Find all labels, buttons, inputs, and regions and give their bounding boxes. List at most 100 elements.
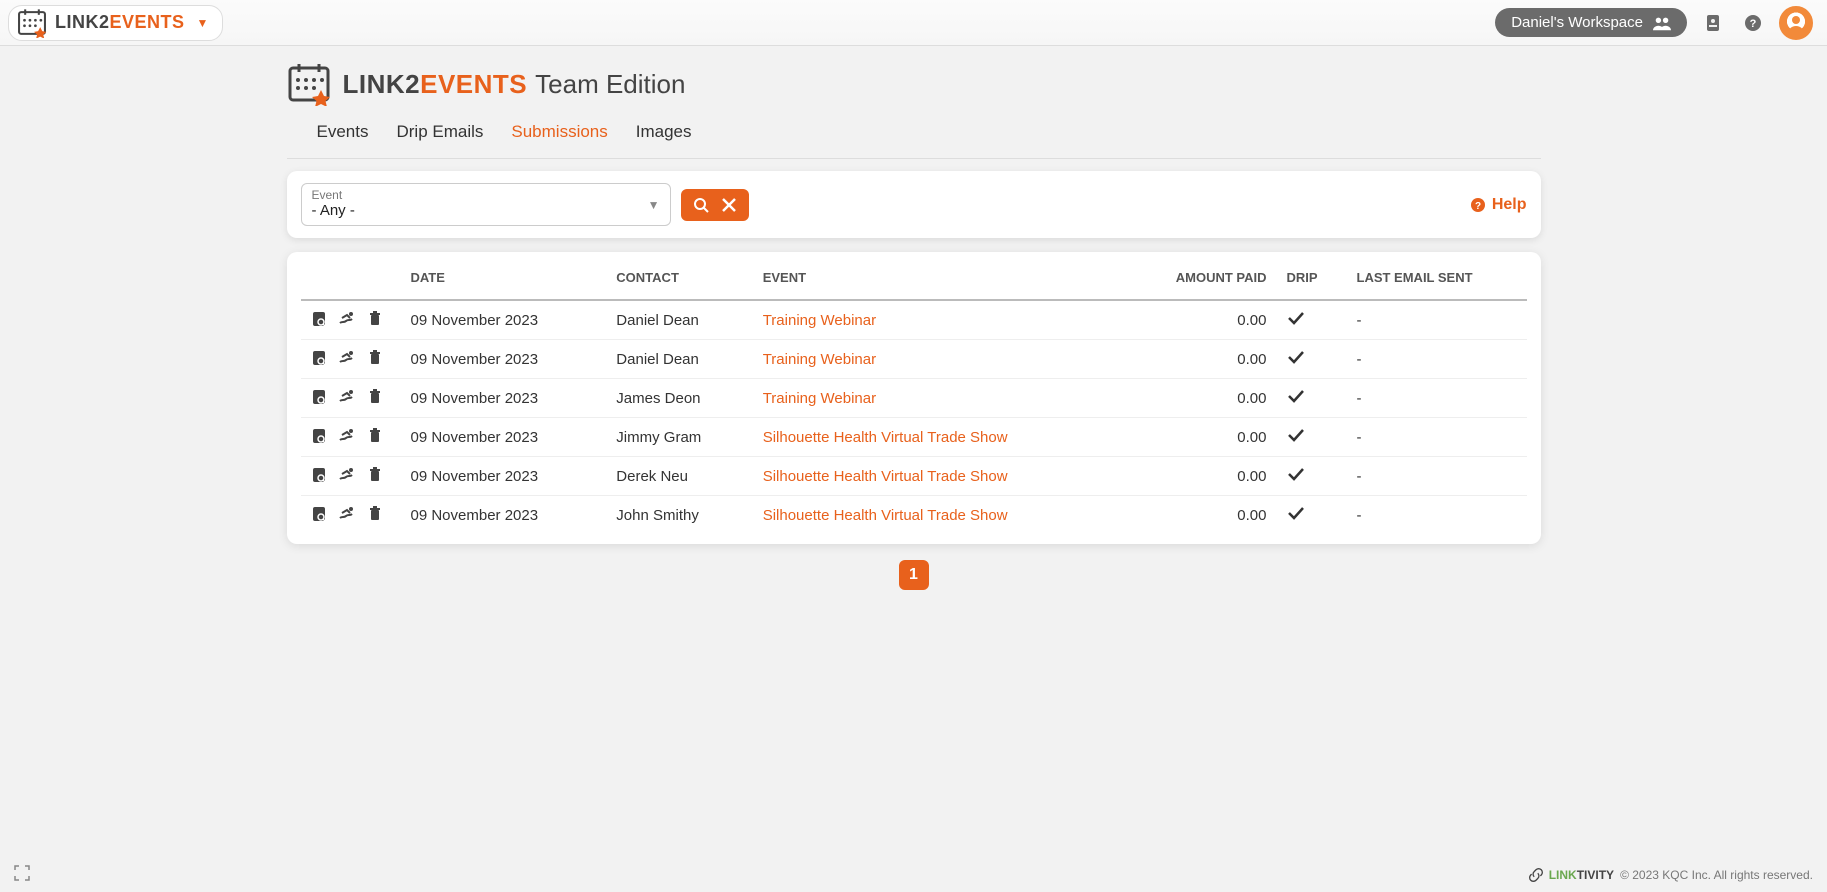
- activity-button[interactable]: [339, 427, 355, 447]
- brand-dropdown[interactable]: LINK2EVENTS ▼: [8, 5, 223, 41]
- id-badge-button[interactable]: [1699, 9, 1727, 37]
- trash-icon: [367, 388, 383, 404]
- search-clear-button-group[interactable]: [681, 189, 749, 221]
- caret-down-icon: ▼: [648, 198, 660, 212]
- col-contact[interactable]: CONTACT: [606, 252, 752, 300]
- detail-icon: [311, 427, 327, 443]
- cell-date: 09 November 2023: [401, 418, 607, 457]
- tab-events[interactable]: Events: [317, 116, 369, 148]
- event-filter-label: Event: [312, 188, 660, 202]
- help-link[interactable]: Help: [1470, 196, 1527, 214]
- tab-submissions[interactable]: Submissions: [511, 116, 607, 148]
- swimmer-icon: [339, 349, 355, 365]
- view-detail-button[interactable]: [311, 388, 327, 408]
- table-row: 09 November 2023John SmithySilhouette He…: [301, 496, 1527, 535]
- col-event[interactable]: EVENT: [753, 252, 1122, 300]
- cell-amount: 0.00: [1122, 496, 1276, 535]
- view-detail-button[interactable]: [311, 466, 327, 486]
- event-link[interactable]: Silhouette Health Virtual Trade Show: [763, 429, 1008, 446]
- cell-last-email: -: [1347, 418, 1527, 457]
- table-row: 09 November 2023Jimmy Gram Silhouette Hea…: [301, 418, 1527, 457]
- delete-button[interactable]: [367, 388, 383, 408]
- cell-contact: Jimmy Gram: [606, 418, 752, 457]
- col-date[interactable]: DATE: [401, 252, 607, 300]
- activity-button[interactable]: [339, 505, 355, 525]
- event-link[interactable]: Silhouette Health Virtual Trade Show: [763, 507, 1008, 524]
- detail-icon: [311, 349, 327, 365]
- event-link[interactable]: Training Webinar: [763, 312, 876, 329]
- delete-button[interactable]: [367, 427, 383, 447]
- delete-button[interactable]: [367, 310, 383, 330]
- page-title-brand: LINK2EVENTS: [343, 69, 528, 100]
- tab-drip-emails[interactable]: Drip Emails: [396, 116, 483, 148]
- cell-date: 09 November 2023: [401, 340, 607, 379]
- caret-down-icon: ▼: [197, 16, 209, 30]
- link-icon: [1529, 868, 1543, 882]
- search-icon: [693, 197, 709, 213]
- cell-amount: 0.00: [1122, 379, 1276, 418]
- activity-button[interactable]: [339, 466, 355, 486]
- event-link[interactable]: Silhouette Health Virtual Trade Show: [763, 468, 1008, 485]
- activity-button[interactable]: [339, 388, 355, 408]
- help-circle-icon: [1744, 14, 1762, 32]
- col-amount-paid[interactable]: AMOUNT PAID: [1122, 252, 1276, 300]
- activity-button[interactable]: [339, 310, 355, 330]
- close-icon: [721, 197, 737, 213]
- check-icon: [1287, 426, 1305, 444]
- fullscreen-button[interactable]: [14, 865, 30, 884]
- view-detail-button[interactable]: [311, 310, 327, 330]
- workspace-label: Daniel's Workspace: [1511, 14, 1643, 31]
- help-link-label: Help: [1492, 196, 1527, 214]
- detail-icon: [311, 388, 327, 404]
- swimmer-icon: [339, 466, 355, 482]
- page-1-button[interactable]: 1: [899, 560, 929, 590]
- delete-button[interactable]: [367, 349, 383, 369]
- table-row: 09 November 2023Daniel DeanTraining Webi…: [301, 300, 1527, 340]
- swimmer-icon: [339, 388, 355, 404]
- workspace-selector[interactable]: Daniel's Workspace: [1495, 8, 1687, 37]
- id-badge-icon: [1704, 14, 1722, 32]
- trash-icon: [367, 427, 383, 443]
- cell-drip: [1277, 418, 1347, 457]
- view-detail-button[interactable]: [311, 505, 327, 525]
- check-icon: [1287, 465, 1305, 483]
- cell-last-email: -: [1347, 496, 1527, 535]
- detail-icon: [311, 466, 327, 482]
- cell-date: 09 November 2023: [401, 457, 607, 496]
- trash-icon: [367, 505, 383, 521]
- check-icon: [1287, 387, 1305, 405]
- activity-button[interactable]: [339, 349, 355, 369]
- cell-contact: Derek Neu: [606, 457, 752, 496]
- cell-drip: [1277, 496, 1347, 535]
- col-drip[interactable]: DRIP: [1277, 252, 1347, 300]
- delete-button[interactable]: [367, 505, 383, 525]
- col-actions: [301, 252, 401, 300]
- cell-contact: John Smithy: [606, 496, 752, 535]
- event-filter-select[interactable]: Event - Any - ▼: [301, 183, 671, 226]
- view-detail-button[interactable]: [311, 427, 327, 447]
- filter-bar: Event - Any - ▼ Help: [287, 171, 1541, 238]
- swimmer-icon: [339, 505, 355, 521]
- event-link[interactable]: Training Webinar: [763, 351, 876, 368]
- cell-date: 09 November 2023: [401, 379, 607, 418]
- user-avatar[interactable]: [1779, 6, 1813, 40]
- expand-icon: [14, 865, 30, 881]
- pagination: 1: [287, 560, 1541, 590]
- event-link[interactable]: Training Webinar: [763, 390, 876, 407]
- check-icon: [1287, 309, 1305, 327]
- col-last-email-sent[interactable]: LAST EMAIL SENT: [1347, 252, 1527, 300]
- cell-contact: James Deon: [606, 379, 752, 418]
- check-icon: [1287, 348, 1305, 366]
- cell-last-email: -: [1347, 340, 1527, 379]
- help-button[interactable]: [1739, 9, 1767, 37]
- table-row: 09 November 2023James Deon Training Webin…: [301, 379, 1527, 418]
- user-icon: [1786, 13, 1806, 33]
- trash-icon: [367, 349, 383, 365]
- view-detail-button[interactable]: [311, 349, 327, 369]
- delete-button[interactable]: [367, 466, 383, 486]
- cell-drip: [1277, 300, 1347, 340]
- footer-brand: LINKTIVITY: [1549, 868, 1614, 882]
- tab-images[interactable]: Images: [636, 116, 692, 148]
- cell-amount: 0.00: [1122, 300, 1276, 340]
- cell-last-email: -: [1347, 457, 1527, 496]
